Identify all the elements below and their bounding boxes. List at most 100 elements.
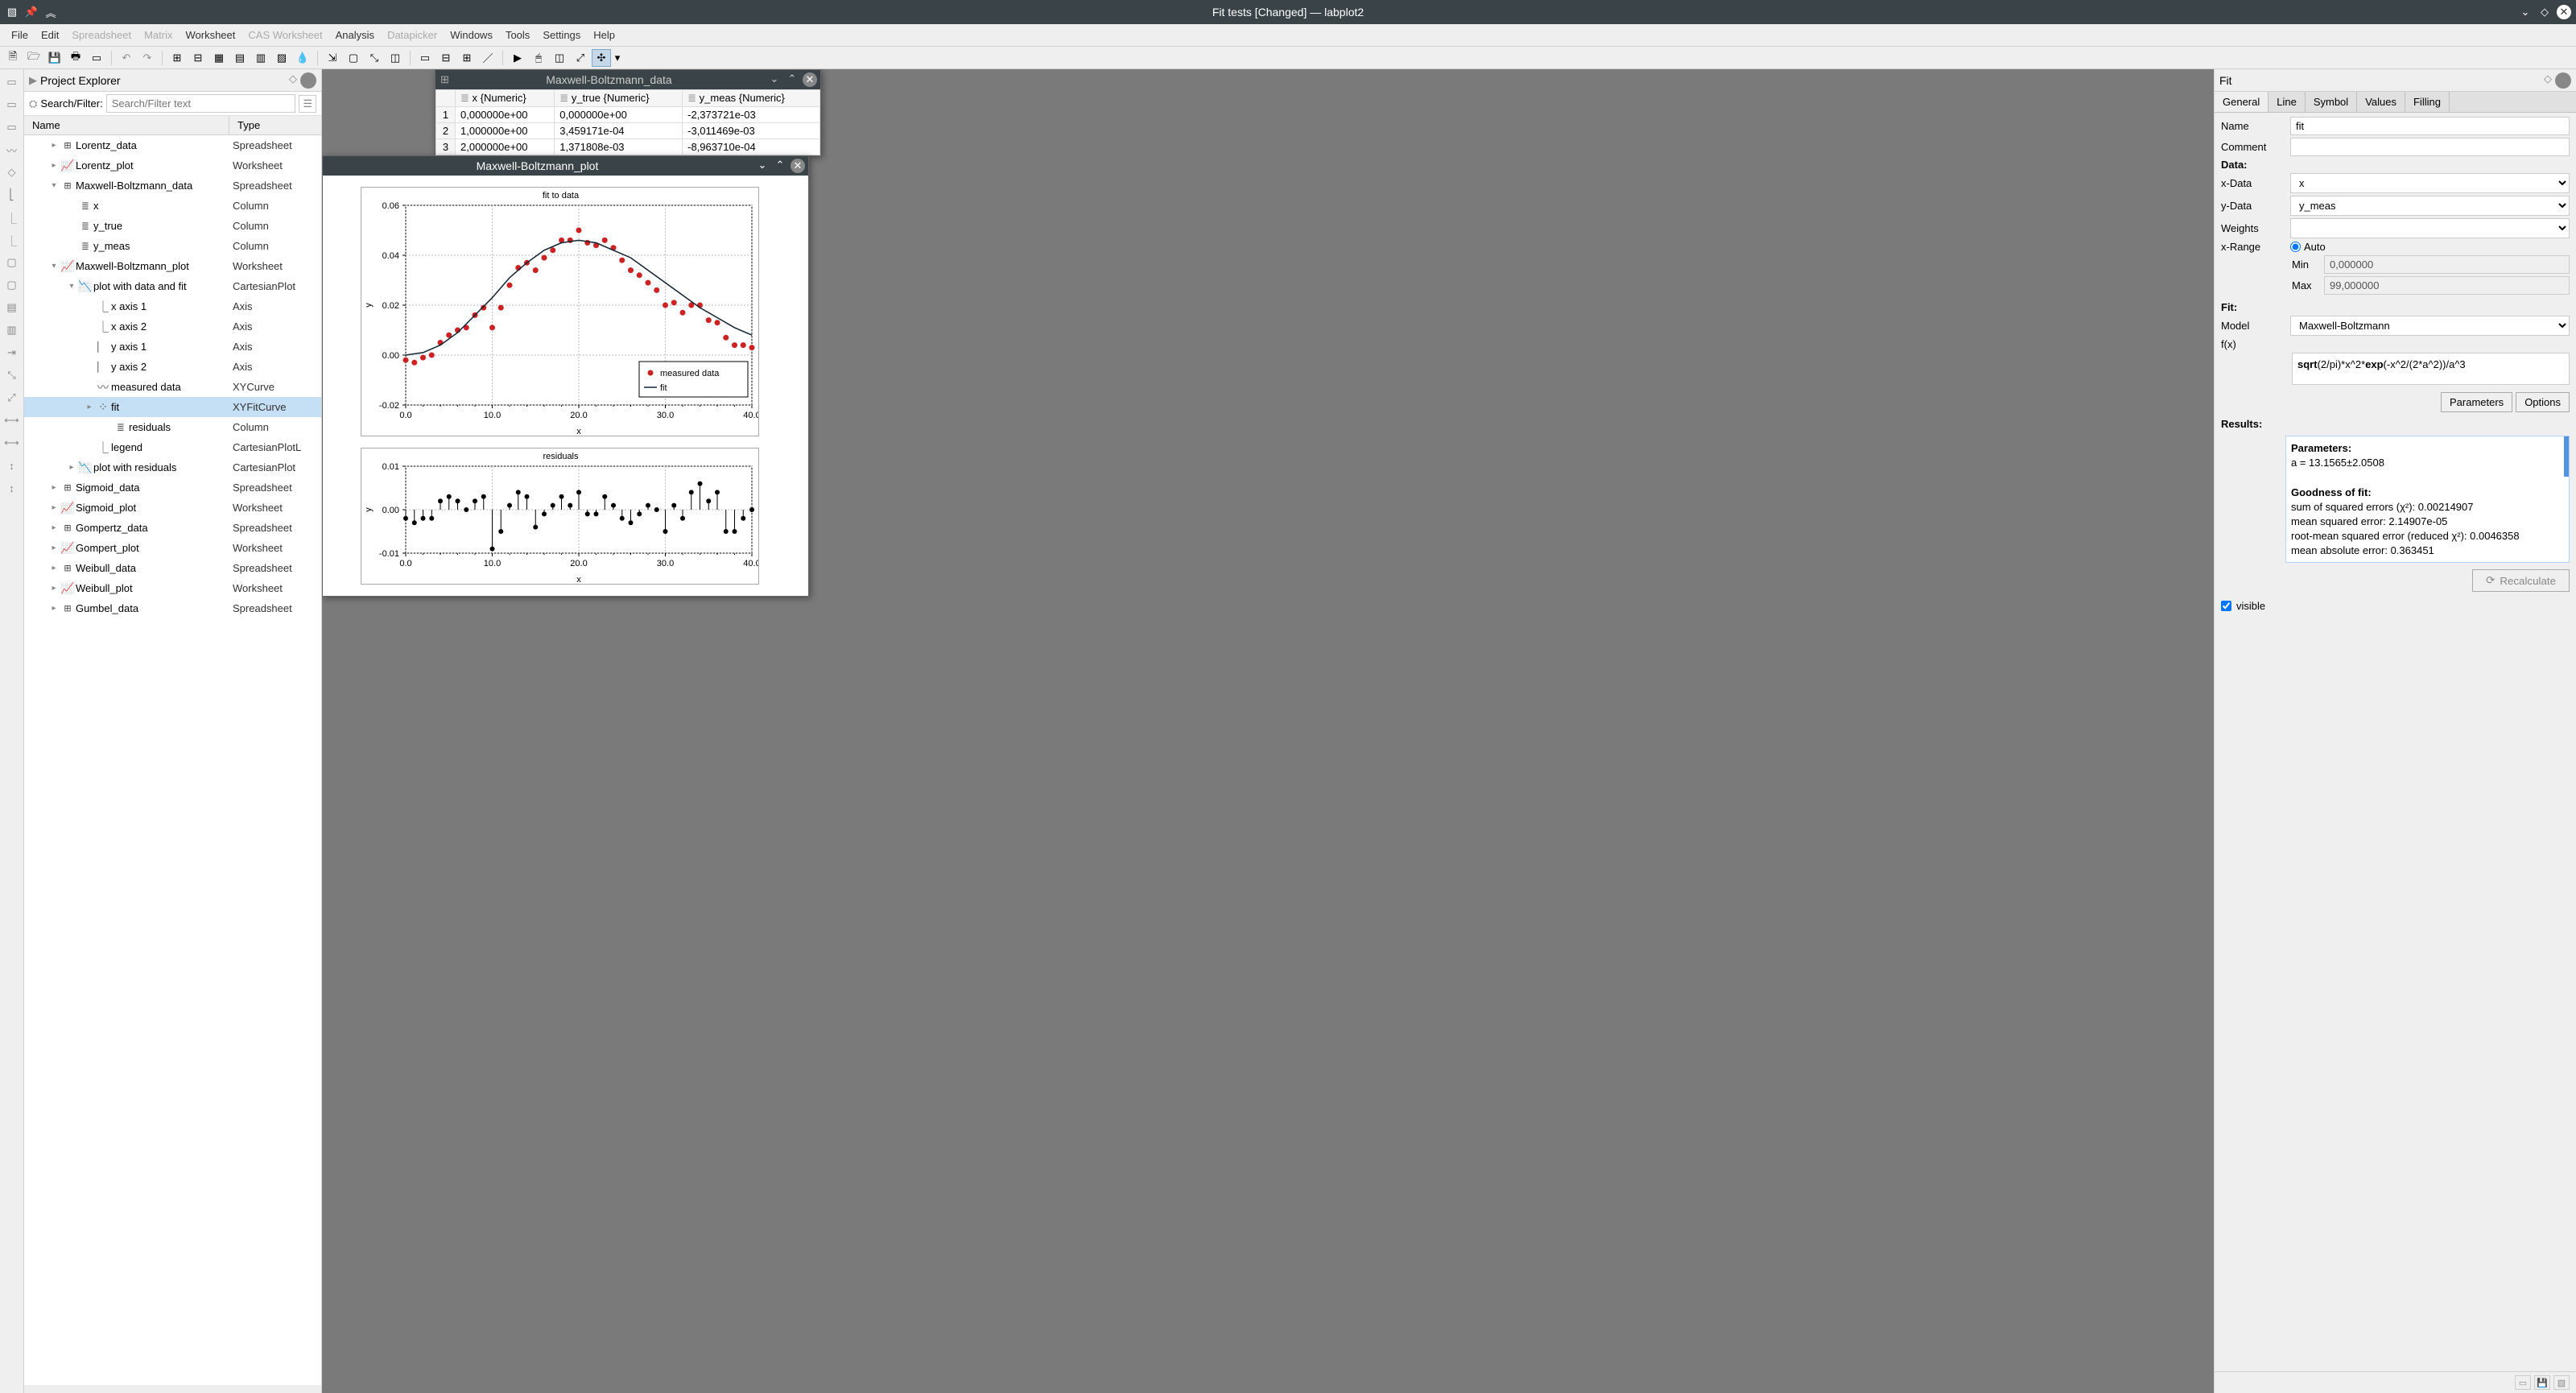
menu-windows[interactable]: Windows	[444, 26, 499, 44]
tab-values[interactable]: Values	[2357, 92, 2405, 112]
expander-icon[interactable]: ▸	[48, 564, 60, 572]
visible-checkbox[interactable]	[2221, 601, 2231, 611]
expander-icon[interactable]: ▾	[66, 282, 77, 291]
tree-item[interactable]: ▾📈Maxwell-Boltzmann_plotWorksheet	[24, 256, 321, 276]
bottom-icon-2[interactable]: 💾	[2534, 1375, 2550, 1390]
tree-item[interactable]: ▸⊞Gumbel_dataSpreadsheet	[24, 598, 321, 618]
pin-icon[interactable]: 📌	[24, 5, 39, 19]
export-icon[interactable]: ⇲	[323, 49, 342, 67]
tree-item[interactable]: ▸📈Gompert_plotWorksheet	[24, 538, 321, 558]
pointer-icon[interactable]: ▶	[508, 49, 527, 67]
add-spreadsheet-icon[interactable]: ▦	[209, 49, 229, 67]
menu-help[interactable]: Help	[587, 26, 621, 44]
undo-icon[interactable]: ↶	[117, 49, 136, 67]
tree-item[interactable]: ▸⊞Sigmoid_dataSpreadsheet	[24, 477, 321, 498]
sw-close-icon[interactable]: ✕	[803, 72, 817, 87]
minimize-icon[interactable]: ⌄	[2518, 5, 2533, 19]
ydata-select[interactable]: y_meas	[2290, 196, 2570, 216]
tab-filling[interactable]: Filling	[2405, 92, 2450, 112]
tree-item[interactable]: ▸📈Weibull_plotWorksheet	[24, 578, 321, 598]
sidebar-tool-7[interactable]: ⎿	[2, 208, 22, 227]
menu-analysis[interactable]: Analysis	[329, 26, 381, 44]
print-preview-icon[interactable]: ▭	[87, 49, 106, 67]
search-menu-icon[interactable]: ☰	[299, 95, 316, 113]
project-tree[interactable]: ▸⊞Lorentz_dataSpreadsheet▸📈Lorentz_plotW…	[24, 135, 321, 1385]
comment-field[interactable]	[2290, 138, 2570, 156]
expander-icon[interactable]: ▾	[48, 262, 60, 271]
new-icon[interactable]: 🗎	[3, 49, 23, 67]
cursor-mode-icon[interactable]: ✣	[592, 49, 611, 67]
add-workbook-icon[interactable]: ⊟	[188, 49, 208, 67]
panel-arrow-icon[interactable]: ▶	[29, 74, 37, 87]
sidebar-tool-13[interactable]: ⇥	[2, 343, 22, 362]
view-split-grid-icon[interactable]: ⊞	[457, 49, 477, 67]
tab-general[interactable]: General	[2215, 92, 2268, 112]
tab-symbol[interactable]: Symbol	[2306, 92, 2357, 112]
col-name-header[interactable]: Name	[24, 116, 229, 134]
sw-close-icon[interactable]: ✕	[791, 159, 805, 173]
collapse-up-icon[interactable]: ︽	[43, 5, 58, 19]
tree-item[interactable]: ▸📈Lorentz_plotWorksheet	[24, 155, 321, 176]
col-type-header[interactable]: Type	[229, 116, 321, 134]
add-datapicker-icon[interactable]: 💧	[293, 49, 312, 67]
tree-scrollbar[interactable]	[24, 1385, 321, 1393]
expander-icon[interactable]: ▸	[48, 604, 60, 613]
menu-worksheet[interactable]: Worksheet	[179, 26, 242, 44]
sidebar-tool-10[interactable]: ▢	[2, 275, 22, 295]
sidebar-tool-2[interactable]: ▭	[2, 95, 22, 114]
sidebar-tool-17[interactable]: ⟷	[2, 433, 22, 453]
sidebar-tool-1[interactable]: ▭	[2, 72, 22, 92]
add-worksheet-icon[interactable]: ▥	[251, 49, 270, 67]
sidebar-tool-14[interactable]: ⤡	[2, 366, 22, 385]
sw-maximize-icon[interactable]: ⌃	[785, 72, 799, 87]
search-input[interactable]	[106, 94, 296, 113]
expander-icon[interactable]: ▸	[48, 503, 60, 512]
add-note-icon[interactable]: ▨	[272, 49, 291, 67]
sidebar-tool-8[interactable]: ⎿	[2, 230, 22, 250]
detach-icon[interactable]: ◇	[2544, 72, 2552, 89]
print-icon[interactable]: 🖶	[66, 49, 85, 67]
expander-icon[interactable]: ▸	[48, 161, 60, 170]
expander-icon[interactable]: ▾	[48, 181, 60, 190]
expander-icon[interactable]: ▸	[48, 483, 60, 492]
redo-icon[interactable]: ↷	[138, 49, 157, 67]
expander-icon[interactable]: ▸	[48, 544, 60, 552]
recalculate-button[interactable]: ⟳Recalculate	[2472, 569, 2570, 592]
sw-minimize-icon[interactable]: ⌄	[755, 159, 770, 173]
select-rect-icon[interactable]: ◫	[550, 49, 569, 67]
tab-line[interactable]: Line	[2268, 92, 2306, 112]
tree-item[interactable]: ▾📉plot with data and fitCartesianPlot	[24, 276, 321, 296]
tree-item[interactable]: ▸⊞Lorentz_dataSpreadsheet	[24, 135, 321, 155]
mouse-icon[interactable]: 🖱	[529, 49, 548, 67]
tree-item[interactable]: ▸📈Sigmoid_plotWorksheet	[24, 498, 321, 518]
spreadsheet-window[interactable]: ⊞ Maxwell-Boltzmann_data ⌄ ⌃ ✕ ≣ x {Nume…	[435, 69, 821, 156]
results-scrollbar[interactable]	[2564, 436, 2569, 477]
expander-icon[interactable]: ▸	[84, 403, 95, 411]
tree-item[interactable]: ≣y_measColumn	[24, 236, 321, 256]
options-button[interactable]: Options	[2516, 392, 2570, 412]
sidebar-tool-11[interactable]: ▤	[2, 298, 22, 317]
sidebar-tool-6[interactable]: ⎣	[2, 185, 22, 205]
sidebar-tool-19[interactable]: ↕	[2, 478, 22, 498]
add-folder-icon[interactable]: ⊞	[167, 49, 187, 67]
tree-item[interactable]: ⎿legendCartesianPlotL	[24, 437, 321, 457]
sidebar-tool-18[interactable]: ↕	[2, 456, 22, 475]
tree-item[interactable]: ⎿x axis 1Axis	[24, 296, 321, 316]
sidebar-tool-16[interactable]: ⟷	[2, 411, 22, 430]
auto-radio[interactable]	[2290, 242, 2301, 252]
expander-icon[interactable]: ▸	[48, 141, 60, 150]
sidebar-tool-5[interactable]: ◇	[2, 163, 22, 182]
bottom-icon-1[interactable]: ▭	[2515, 1375, 2531, 1390]
tree-item[interactable]: ▸⊞Weibull_dataSpreadsheet	[24, 558, 321, 578]
tree-item[interactable]: ▸⁘fitXYFitCurve	[24, 397, 321, 417]
sidebar-tool-3[interactable]: ▭	[2, 118, 22, 137]
crop-icon[interactable]: ◫	[386, 49, 405, 67]
add-matrix-icon[interactable]: ▤	[230, 49, 250, 67]
view-split-h-icon[interactable]: ⊟	[436, 49, 456, 67]
zoom-icon[interactable]: ⤡	[365, 49, 384, 67]
weights-select[interactable]	[2290, 218, 2570, 238]
bottom-icon-3[interactable]: ▧	[2553, 1375, 2570, 1390]
layout-icon[interactable]: ▢	[344, 49, 363, 67]
name-field[interactable]	[2290, 117, 2570, 135]
save-icon[interactable]: 💾	[45, 49, 64, 67]
